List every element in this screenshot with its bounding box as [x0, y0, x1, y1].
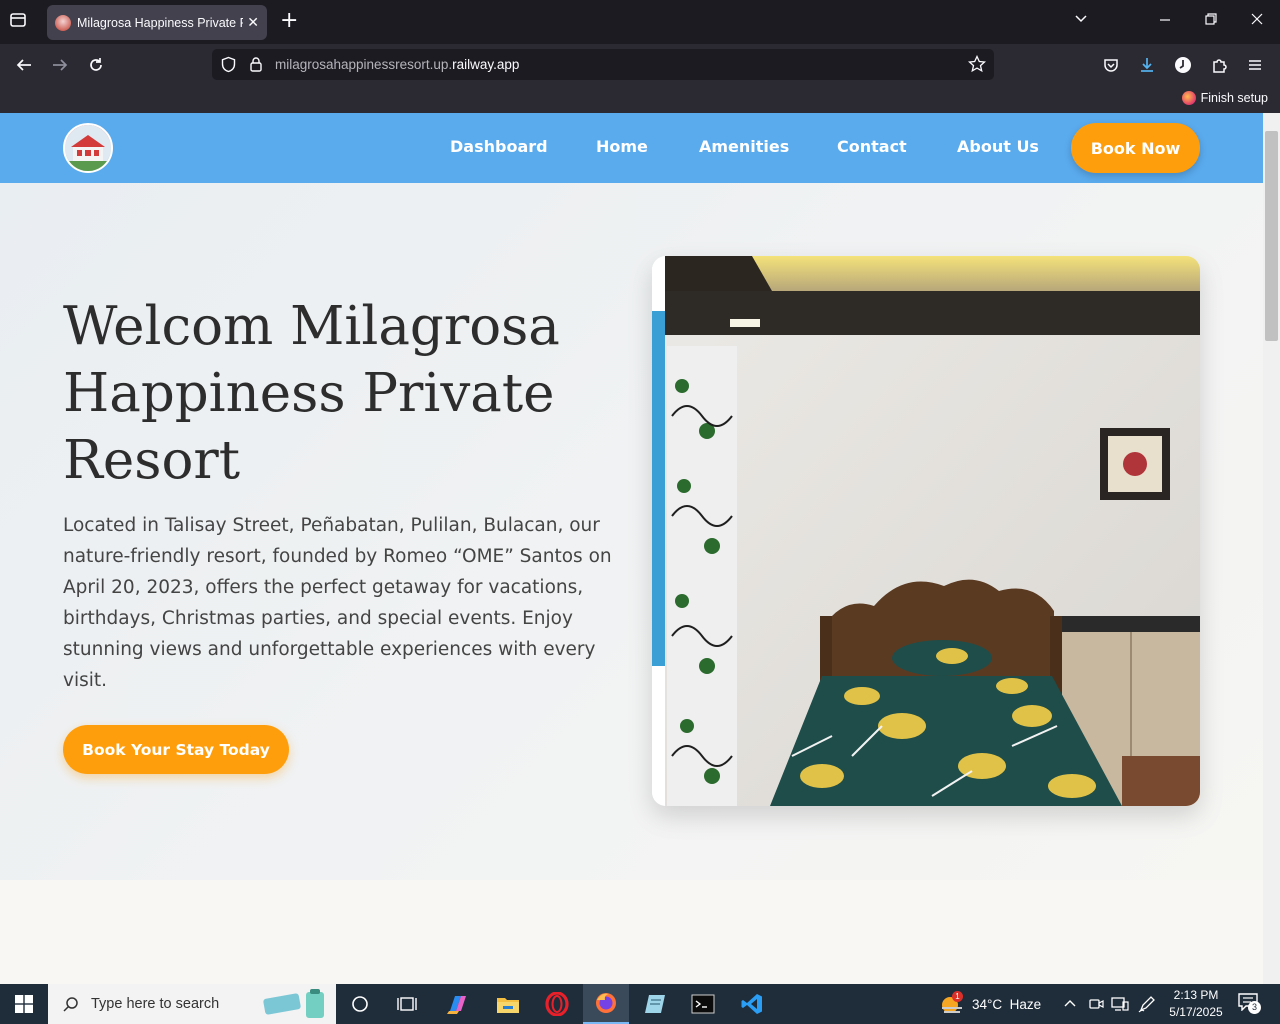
pocket-icon[interactable] — [1100, 54, 1122, 76]
taskbar-clock[interactable]: 2:13 PM 5/17/2025 — [1160, 987, 1232, 1021]
url-text: milagrosahappinessresort.up.railway.app — [275, 57, 520, 72]
notifications-icon[interactable]: 3 — [1238, 984, 1262, 1024]
resort-room-photo — [652, 256, 1200, 806]
search-highlight-icon — [262, 988, 328, 1024]
hero-title: Welcom Milagrosa Happiness Private Resor… — [63, 296, 560, 491]
hero-section: Welcom Milagrosa Happiness Private Resor… — [0, 183, 1263, 880]
firefox-taskbar-icon[interactable] — [583, 984, 629, 1024]
windows-taskbar: Type here to search 1 34°C Haze 2:13 PM … — [0, 984, 1280, 1024]
tab-title: Milagrosa Happiness Private Re — [77, 15, 244, 30]
hamburger-menu-icon[interactable] — [1244, 54, 1266, 76]
lock-icon[interactable] — [248, 56, 264, 77]
hero-description: Located in Talisay Street, Peñabatan, Pu… — [63, 515, 612, 691]
menu-dashboard[interactable]: Dashboard — [450, 137, 548, 156]
terminal-icon[interactable] — [680, 984, 726, 1024]
firefox-icon — [1181, 91, 1196, 105]
windows-start-icon[interactable] — [0, 984, 48, 1024]
close-window-icon[interactable] — [1250, 12, 1264, 30]
show-hidden-icons-chevron-icon[interactable] — [1063, 984, 1077, 1024]
notification-count-badge: 3 — [1248, 1001, 1261, 1014]
site-header: Dashboard Home Amenities Contact About U… — [0, 113, 1263, 183]
extensions-icon[interactable] — [1208, 54, 1230, 76]
vscode-icon[interactable] — [729, 984, 775, 1024]
downloads-icon[interactable] — [1136, 54, 1158, 76]
clock-date: 5/17/2025 — [1169, 1005, 1223, 1019]
menu-amenities[interactable]: Amenities — [699, 137, 789, 156]
weather-alert-badge: 1 — [952, 991, 963, 1002]
search-icon — [63, 996, 78, 1012]
book-now-button[interactable]: Book Now — [1071, 123, 1200, 173]
network-icon[interactable] — [1111, 984, 1129, 1024]
close-tab-icon[interactable]: ✕ — [247, 15, 259, 31]
menu-contact[interactable]: Contact — [837, 137, 907, 156]
finish-setup-label: Finish setup — [1200, 91, 1268, 105]
page-scrollbar-thumb[interactable] — [1265, 131, 1278, 341]
meet-now-icon[interactable] — [1088, 984, 1104, 1024]
task-view-icon[interactable] — [384, 984, 430, 1024]
reload-icon[interactable] — [85, 54, 107, 76]
weather-widget[interactable]: 1 34°C Haze — [940, 984, 1041, 1024]
search-placeholder: Type here to search — [91, 996, 220, 1012]
restore-icon[interactable] — [1204, 12, 1218, 30]
copilot-icon[interactable] — [435, 984, 481, 1024]
bookmark-star-icon[interactable] — [967, 54, 987, 77]
address-bar[interactable]: milagrosahappinessresort.up.railway.app — [212, 49, 994, 80]
browser-tab[interactable]: Milagrosa Happiness Private Re ✕ — [47, 5, 267, 40]
menu-about-us[interactable]: About Us — [957, 137, 1039, 156]
cortana-icon[interactable] — [337, 984, 383, 1024]
tracking-shield-icon[interactable] — [220, 56, 237, 77]
clock-time: 2:13 PM — [1173, 988, 1219, 1002]
file-explorer-icon[interactable] — [485, 984, 531, 1024]
pen-icon[interactable] — [1138, 984, 1156, 1024]
browser-tab-bar: Milagrosa Happiness Private Re ✕ + — [0, 0, 1280, 44]
account-icon[interactable] — [1172, 54, 1194, 76]
weather-sun-icon: 1 — [940, 991, 964, 1015]
resort-logo[interactable] — [63, 123, 113, 173]
site-favicon-icon — [55, 14, 71, 31]
back-arrow-icon[interactable] — [13, 54, 35, 76]
forward-arrow-icon[interactable] — [49, 54, 71, 76]
web-page: Dashboard Home Amenities Contact About U… — [0, 113, 1263, 984]
book-your-stay-button[interactable]: Book Your Stay Today — [63, 725, 289, 774]
bookmarks-bar — [0, 84, 1280, 113]
minimize-icon[interactable] — [1158, 12, 1172, 30]
weather-text: 34°C Haze — [972, 996, 1042, 1012]
menu-home[interactable]: Home — [596, 137, 648, 156]
tab-list-icon[interactable] — [8, 10, 32, 34]
tab-overflow-chevron-icon[interactable] — [1074, 12, 1088, 30]
opera-icon[interactable] — [534, 984, 580, 1024]
taskbar-search-box[interactable]: Type here to search — [48, 984, 336, 1024]
new-tab-icon[interactable]: + — [280, 10, 298, 32]
finish-setup-button[interactable]: Finish setup — [1181, 91, 1268, 105]
notepad-icon[interactable] — [632, 984, 678, 1024]
